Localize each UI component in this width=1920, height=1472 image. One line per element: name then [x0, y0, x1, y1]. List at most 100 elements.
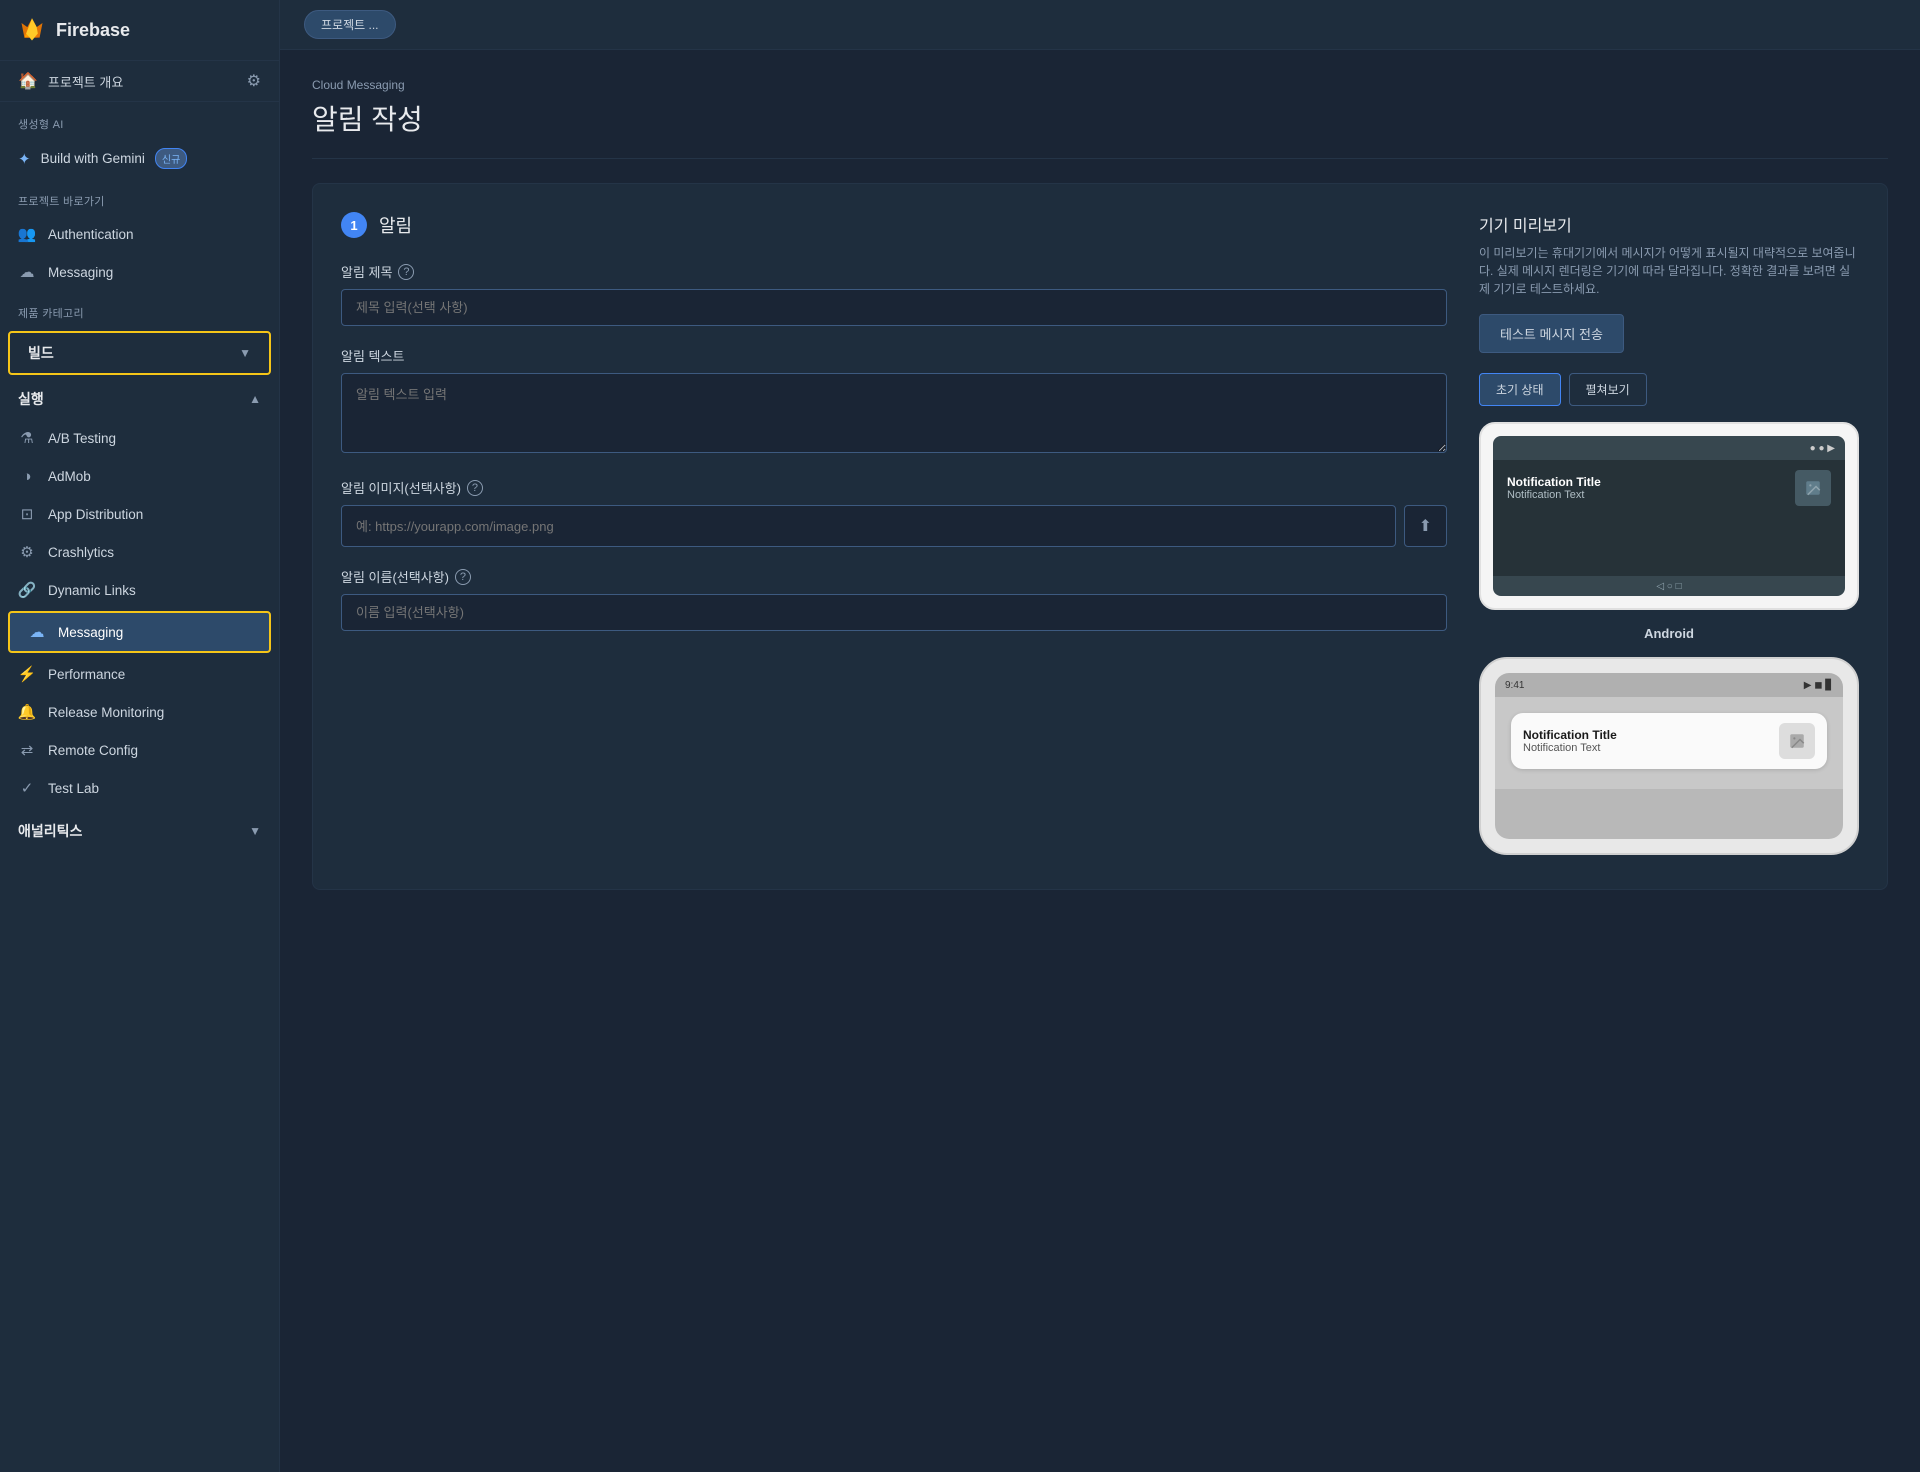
android-notification-title: Notification Title — [1507, 475, 1795, 489]
breadcrumb: Cloud Messaging — [312, 78, 1888, 92]
project-name: 프로젝트 개요 — [48, 72, 123, 91]
section-title: 알림 — [379, 212, 412, 238]
messaging-shortcut-label: Messaging — [48, 265, 113, 280]
initial-state-button[interactable]: 초기 상태 — [1479, 373, 1561, 406]
ios-screen-body — [1495, 789, 1843, 839]
android-phone-screen: ● ● ▶ Notification Title Notification Te… — [1493, 436, 1845, 596]
authentication-label: Authentication — [48, 227, 134, 242]
sidebar-item-app-distribution[interactable]: ⊡ App Distribution — [0, 495, 279, 533]
firebase-logo-icon — [18, 16, 46, 44]
authentication-icon: 👥 — [18, 225, 36, 243]
build-section[interactable]: 빌드 ▼ — [8, 331, 271, 375]
run-label: 실행 — [18, 389, 44, 409]
project-row[interactable]: 🏠 프로젝트 개요 ⚙ — [0, 61, 279, 102]
analytics-section[interactable]: 애널리틱스 ▼ — [0, 811, 279, 851]
android-notification-image — [1795, 470, 1831, 506]
run-section[interactable]: 실행 ▲ — [0, 379, 279, 419]
sidebar-item-test-lab[interactable]: ✓ Test Lab — [0, 769, 279, 807]
crashlytics-icon: ⚙ — [18, 543, 36, 561]
expand-button[interactable]: 펼쳐보기 — [1569, 373, 1647, 406]
build-chevron-icon: ▼ — [239, 346, 251, 360]
sidebar-item-remote-config[interactable]: ⇄ Remote Config — [0, 731, 279, 769]
android-nav-bar: ◁ ○ □ — [1493, 576, 1845, 596]
image-input-row: ⬆ — [341, 505, 1447, 547]
sidebar-item-performance[interactable]: ⚡ Performance — [0, 655, 279, 693]
upload-button[interactable]: ⬆ — [1404, 505, 1447, 547]
notification-image-group: 알림 이미지(선택사항) ? ⬆ — [341, 478, 1447, 547]
sidebar-item-authentication[interactable]: 👥 Authentication — [0, 215, 279, 253]
android-screen-body — [1493, 516, 1845, 576]
android-phone-mockup: ● ● ▶ Notification Title Notification Te… — [1479, 422, 1859, 610]
ab-testing-label: A/B Testing — [48, 431, 116, 446]
remote-config-label: Remote Config — [48, 743, 138, 758]
analytics-label: 애널리틱스 — [18, 821, 82, 841]
dynamic-links-label: Dynamic Links — [48, 583, 136, 598]
messaging-item-label: Messaging — [58, 625, 123, 640]
notification-name-help-icon[interactable]: ? — [455, 569, 471, 585]
step-badge: 1 — [341, 212, 367, 238]
messaging-icon: ☁ — [28, 623, 46, 641]
ios-time: 9:41 — [1505, 680, 1524, 691]
sidebar-item-crashlytics[interactable]: ⚙ Crashlytics — [0, 533, 279, 571]
products-label: 제품 카테고리 — [0, 291, 279, 327]
notification-name-label: 알림 이름(선택사항) ? — [341, 567, 1447, 586]
sidebar-item-messaging[interactable]: ☁ Messaging — [8, 611, 271, 653]
notification-text-group: 알림 텍스트 — [341, 346, 1447, 458]
generative-ai-label: 생성형 AI — [0, 102, 279, 138]
run-chevron-icon: ▲ — [249, 392, 261, 406]
sidebar-item-release-monitoring[interactable]: 🔔 Release Monitoring — [0, 693, 279, 731]
star-icon: ✦ — [18, 150, 31, 168]
sidebar-item-dynamic-links[interactable]: 🔗 Dynamic Links — [0, 571, 279, 609]
ios-phone-screen: 9:41 ▶ ◼ ▊ Notification Title Notificati… — [1495, 673, 1843, 839]
section-header: 1 알림 — [341, 212, 1447, 238]
shortcuts-label: 프로젝트 바로가기 — [0, 179, 279, 215]
home-icon: 🏠 — [18, 71, 38, 91]
notification-image-help-icon[interactable]: ? — [467, 480, 483, 496]
gear-icon[interactable]: ⚙ — [247, 71, 261, 91]
gemini-label: Build with Gemini — [41, 151, 145, 166]
main-content: 프로젝트 ... Cloud Messaging 알림 작성 1 알림 알림 제… — [280, 0, 1920, 1472]
ios-status-icons: ▶ ◼ ▊ — [1804, 680, 1833, 691]
preview-panel: 기기 미리보기 이 미리보기는 휴대기기에서 메시지가 어떻게 표시될지 대략적… — [1479, 212, 1859, 861]
notification-title-help-icon[interactable]: ? — [398, 264, 414, 280]
ios-notification-area: Notification Title Notification Text — [1495, 697, 1843, 789]
toggle-row: 초기 상태 펼쳐보기 — [1479, 373, 1859, 406]
app-distribution-icon: ⊡ — [18, 505, 36, 523]
ios-image-icon — [1788, 732, 1806, 750]
project-tab[interactable]: 프로젝트 ... — [304, 10, 396, 39]
sidebar-item-gemini[interactable]: ✦ Build with Gemini 신규 — [0, 138, 279, 179]
sidebar-item-admob[interactable]: ◑ AdMob — [0, 457, 279, 495]
dynamic-links-icon: 🔗 — [18, 581, 36, 599]
app-distribution-label: App Distribution — [48, 507, 143, 522]
performance-label: Performance — [48, 667, 125, 682]
content-area: Cloud Messaging 알림 작성 1 알림 알림 제목 ? — [280, 50, 1920, 918]
preview-description: 이 미리보기는 휴대기기에서 메시지가 어떻게 표시될지 대략적으로 보여줍니다… — [1479, 244, 1859, 298]
android-nav-icons: ◁ ○ □ — [1656, 581, 1681, 592]
sidebar-item-ab-testing[interactable]: ⚗ A/B Testing — [0, 419, 279, 457]
notification-text-input[interactable] — [341, 373, 1447, 453]
notification-text-label: 알림 텍스트 — [341, 346, 1447, 365]
notification-name-group: 알림 이름(선택사항) ? — [341, 567, 1447, 631]
page-title: 알림 작성 — [312, 98, 1888, 138]
release-monitoring-label: Release Monitoring — [48, 705, 164, 720]
preview-title: 기기 미리보기 — [1479, 212, 1859, 236]
ios-notification-content: Notification Title Notification Text — [1523, 728, 1779, 754]
sidebar: Firebase 🏠 프로젝트 개요 ⚙ 생성형 AI ✦ Build with… — [0, 0, 280, 1472]
ios-notification-image — [1779, 723, 1815, 759]
ab-testing-icon: ⚗ — [18, 429, 36, 447]
app-title: Firebase — [56, 20, 130, 41]
test-lab-icon: ✓ — [18, 779, 36, 797]
test-message-button[interactable]: 테스트 메시지 전송 — [1479, 314, 1624, 353]
notification-name-input[interactable] — [341, 594, 1447, 631]
divider — [312, 158, 1888, 159]
sidebar-item-messaging-shortcut[interactable]: ☁ Messaging — [0, 253, 279, 291]
form-left: 1 알림 알림 제목 ? 알림 텍스트 — [341, 212, 1447, 861]
notification-title-input[interactable] — [341, 289, 1447, 326]
notification-image-input[interactable] — [341, 505, 1396, 547]
crashlytics-label: Crashlytics — [48, 545, 114, 560]
sidebar-header: Firebase — [0, 0, 279, 61]
status-bar-icons: ● ● ▶ — [1810, 443, 1835, 454]
ios-notification-text: Notification Text — [1523, 742, 1779, 754]
notification-image-label: 알림 이미지(선택사항) ? — [341, 478, 1447, 497]
release-monitoring-icon: 🔔 — [18, 703, 36, 721]
